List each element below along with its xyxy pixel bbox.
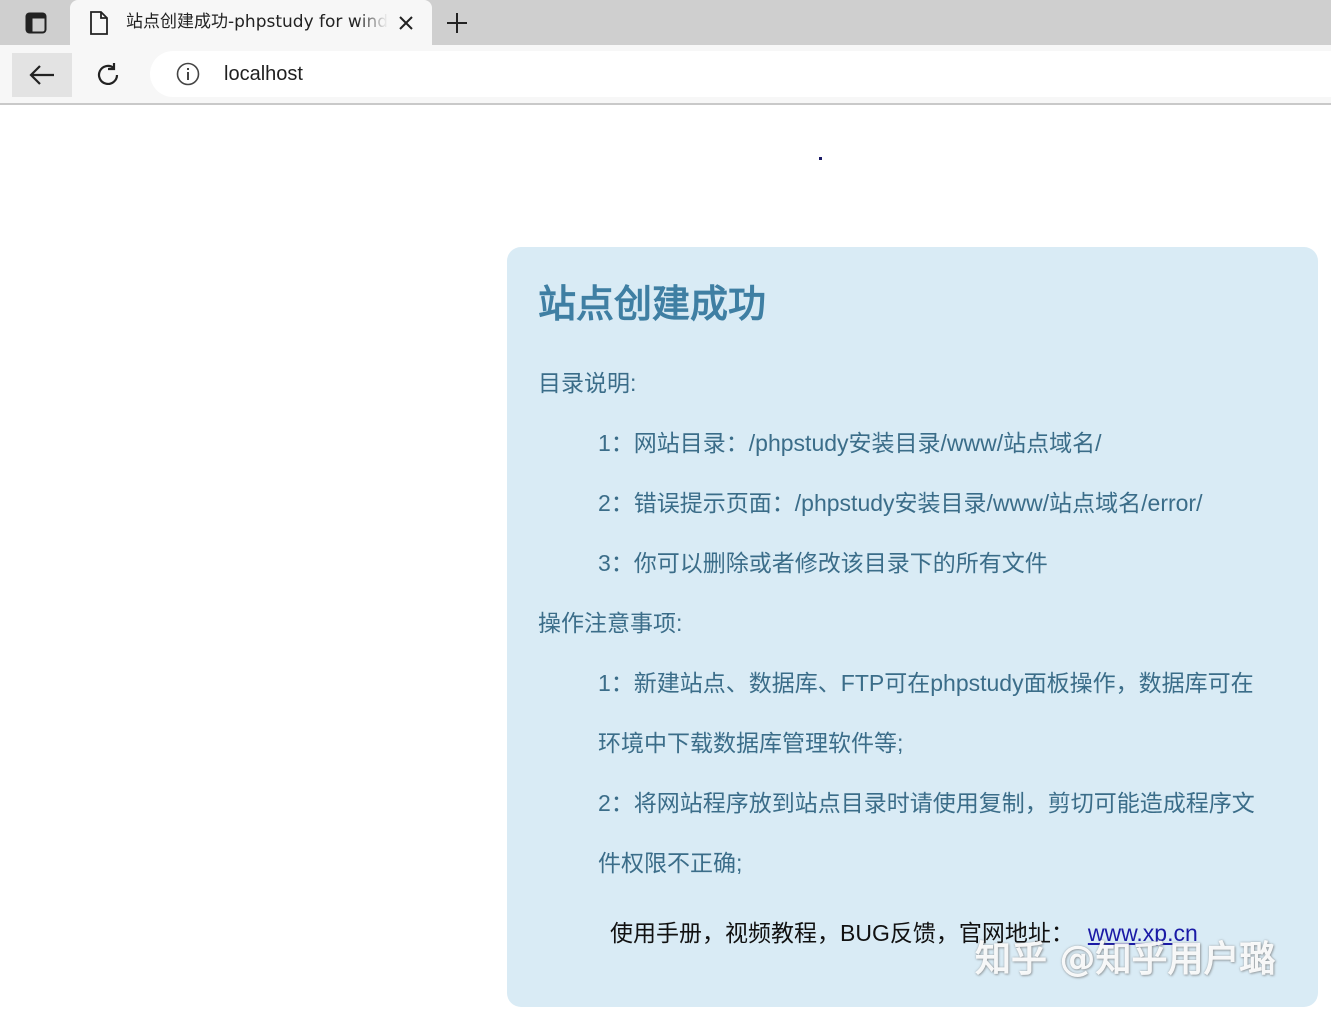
- note-item-1-line-1: 1：新建站点、数据库、FTP可在phpstudy面板操作，数据库可在: [598, 670, 1254, 696]
- tab-close-button[interactable]: [394, 11, 418, 35]
- close-icon: [399, 16, 413, 30]
- page-title: 站点创建成功: [538, 284, 767, 326]
- directory-item-2: 2：错误提示页面：/phpstudy安装目录/www/站点域名/error/: [598, 490, 1203, 516]
- decorative-dot: [819, 157, 822, 160]
- arrow-left-icon: [29, 65, 54, 85]
- reload-icon: [97, 63, 119, 86]
- new-tab-button[interactable]: [440, 6, 474, 40]
- info-icon[interactable]: [176, 62, 200, 86]
- back-button[interactable]: [12, 53, 72, 97]
- url-text[interactable]: localhost: [224, 61, 303, 87]
- tab-title: 站点创建成功-phpstudy for windows: [126, 12, 388, 32]
- directory-item-3: 3：你可以删除或者修改该目录下的所有文件: [598, 550, 1048, 576]
- page-icon: [90, 11, 108, 35]
- note-item-2-line-2: 件权限不正确;: [598, 850, 743, 876]
- page-viewport: 站点创建成功 目录说明: 1：网站目录：/phpstudy安装目录/www/站点…: [0, 105, 1331, 1016]
- note-item-2-line-1: 2：将网站程序放到站点目录时请使用复制，剪切可能造成程序文: [598, 790, 1255, 816]
- tab-actions-icon: [25, 12, 47, 34]
- notes-heading: 操作注意事项:: [538, 610, 683, 636]
- success-card: 站点创建成功 目录说明: 1：网站目录：/phpstudy安装目录/www/站点…: [507, 247, 1318, 1007]
- tab-strip: 站点创建成功-phpstudy for windows: [0, 0, 1331, 45]
- tab-actions-button[interactable]: [14, 8, 58, 38]
- directory-heading: 目录说明:: [538, 370, 637, 396]
- directory-item-1: 1：网站目录：/phpstudy安装目录/www/站点域名/: [598, 430, 1102, 456]
- note-item-1-line-2: 环境中下载数据库管理软件等;: [598, 730, 904, 756]
- address-bar[interactable]: localhost: [150, 51, 1331, 97]
- browser-toolbar: localhost: [0, 45, 1331, 105]
- plus-icon: [447, 13, 467, 33]
- watermark: 知乎 @知乎用户璐: [975, 939, 1276, 980]
- reload-button[interactable]: [86, 53, 130, 97]
- active-tab[interactable]: 站点创建成功-phpstudy for windows: [70, 0, 432, 45]
